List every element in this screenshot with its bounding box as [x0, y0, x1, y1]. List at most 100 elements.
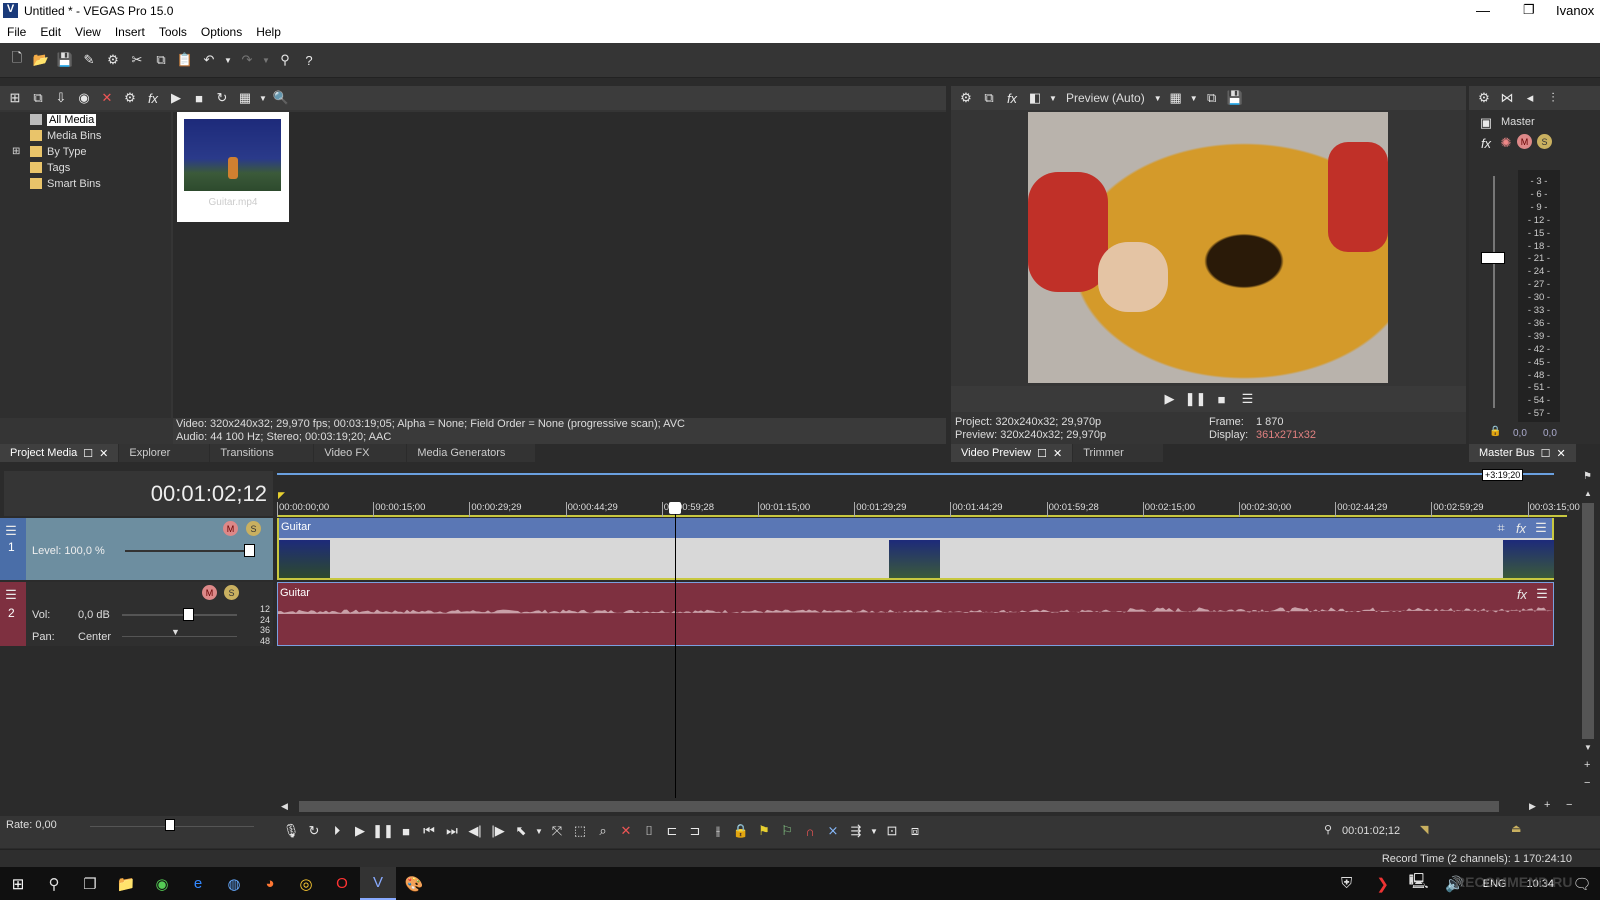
close-icon[interactable]: ✕	[1557, 447, 1566, 460]
views-icon[interactable]: ▦	[236, 89, 254, 107]
undock-icon[interactable]: ☐	[1541, 447, 1551, 460]
menu-insert[interactable]: Insert	[108, 22, 152, 43]
insert-region-icon[interactable]: ⚐	[778, 822, 796, 840]
horizontal-scroll-thumb[interactable]	[299, 801, 1499, 812]
overlays-icon[interactable]: ▦	[1167, 89, 1185, 107]
open-icon[interactable]: 📂	[32, 51, 50, 69]
volume-slider-handle[interactable]	[183, 608, 194, 621]
tree-item-media-bins[interactable]: Media Bins	[0, 128, 171, 144]
event-menu-icon[interactable]: ☰	[1532, 519, 1550, 537]
settings-icon[interactable]: ⚙	[1475, 89, 1493, 107]
browser-icon[interactable]: ◉	[144, 867, 180, 900]
selection-tool-icon[interactable]: ⬚	[571, 822, 589, 840]
tab-video-preview[interactable]: Video Preview ☐ ✕	[951, 444, 1073, 462]
paste-icon[interactable]: 📋	[176, 51, 194, 69]
app-icon[interactable]: ◍	[216, 867, 252, 900]
tree-item-all-media[interactable]: All Media	[0, 112, 171, 128]
auto-preview-icon[interactable]: ↻	[213, 89, 231, 107]
whats-this-icon[interactable]: ?	[300, 51, 318, 69]
tree-item-smart-bins[interactable]: Smart Bins	[0, 176, 171, 192]
views-dropdown-icon[interactable]: ▼	[259, 89, 267, 107]
render-icon[interactable]: ⚲	[276, 51, 294, 69]
stop-icon[interactable]: ■	[1213, 390, 1231, 408]
track-header-audio[interactable]: ☰ 2 M S Vol: 0,0 dB Pan: Center ▼ 12 24 …	[0, 582, 273, 646]
preview-quality-select[interactable]: Preview (Auto)	[1062, 91, 1149, 105]
tab-explorer[interactable]: Explorer	[119, 444, 210, 462]
split-icon[interactable]: ⫲	[709, 822, 727, 840]
vegas-taskbar-icon[interactable]: V	[360, 867, 396, 900]
tree-item-by-type[interactable]: ⊞ By Type	[0, 144, 171, 160]
task-view-icon[interactable]: ❐	[72, 867, 108, 900]
redo-dropdown-icon[interactable]: ▼	[262, 51, 270, 69]
playhead-line[interactable]	[675, 505, 676, 798]
save-icon[interactable]: 💾	[56, 51, 74, 69]
external-monitor-icon[interactable]: ⧉	[980, 89, 998, 107]
undo-icon[interactable]: ↶	[200, 51, 218, 69]
level-slider-handle[interactable]	[244, 544, 255, 557]
fx-icon[interactable]: fx	[1477, 134, 1495, 152]
pause-icon[interactable]: ❚❚	[372, 822, 394, 840]
close-icon[interactable]: ✕	[1053, 447, 1062, 460]
cut-icon[interactable]: ✂	[128, 51, 146, 69]
event-menu-icon[interactable]: ☰	[1533, 585, 1551, 603]
save-snapshot-icon[interactable]: 💾	[1226, 89, 1244, 107]
copy-snapshot-icon[interactable]: ⧉	[1203, 89, 1221, 107]
tab-master-bus[interactable]: Master Bus ☐ ✕	[1469, 444, 1576, 462]
loop-region-bar[interactable]	[277, 473, 1554, 475]
rate-slider-handle[interactable]	[165, 819, 175, 831]
track-header-video[interactable]: ☰ 1 M S Level: 100,0 %	[0, 518, 273, 580]
zoom-out-vertical-icon[interactable]: −	[1584, 777, 1590, 789]
downmix-icon[interactable]: ⋈	[1498, 89, 1516, 107]
crop-icon[interactable]: ⌗	[1492, 519, 1510, 537]
menu-edit[interactable]: Edit	[33, 22, 68, 43]
tab-media-generators[interactable]: Media Generators	[407, 444, 536, 462]
marker-flag-icon[interactable]: ⚑	[1583, 471, 1592, 482]
vertical-scroll-thumb[interactable]	[1582, 503, 1594, 739]
cursor-position[interactable]: 00:01:02;12	[1342, 825, 1400, 837]
undock-icon[interactable]: ☐	[83, 447, 93, 460]
redo-icon[interactable]: ↷	[238, 51, 256, 69]
zoom-out-icon[interactable]: −	[1566, 799, 1572, 811]
menu-help[interactable]: Help	[249, 22, 288, 43]
go-to-end-icon[interactable]: ⏭	[443, 822, 461, 840]
properties-icon[interactable]: ⚙	[104, 51, 122, 69]
track-menu-icon[interactable]: ☰	[2, 586, 20, 604]
zoom-in-icon[interactable]: +	[1544, 799, 1550, 811]
edge-icon[interactable]: e	[180, 867, 216, 900]
fx-icon[interactable]: fx	[144, 89, 162, 107]
ripple-edit-icon[interactable]: ⇶	[847, 822, 865, 840]
menu-view[interactable]: View	[68, 22, 108, 43]
delete-icon[interactable]: ✕	[617, 822, 635, 840]
previous-frame-icon[interactable]: ◀|	[466, 822, 484, 840]
playhead-handle[interactable]	[669, 502, 681, 514]
next-frame-icon[interactable]: |▶	[489, 822, 507, 840]
play-icon[interactable]: ▶	[351, 822, 369, 840]
play-icon[interactable]: ▶	[1161, 390, 1179, 408]
normal-edit-tool-icon[interactable]: ⬉	[512, 822, 530, 840]
mute-icon[interactable]: M	[202, 585, 217, 600]
video-event-guitar[interactable]: Guitar ⌗ fx ☰	[277, 518, 1554, 580]
record-icon[interactable]: 🎙	[282, 822, 300, 840]
restore-button[interactable]: ❐	[1523, 2, 1535, 18]
new-icon[interactable]: 🗋	[8, 50, 26, 69]
menu-icon[interactable]: ☰	[1239, 390, 1257, 408]
event-fx-icon[interactable]: fx	[1512, 519, 1530, 537]
menu-file[interactable]: File	[0, 22, 33, 43]
properties-icon[interactable]: ⚙	[121, 89, 139, 107]
pause-icon[interactable]: ❚❚	[1185, 390, 1207, 408]
zoom-in-vertical-icon[interactable]: +	[1584, 759, 1590, 771]
file-explorer-icon[interactable]: 📁	[108, 867, 144, 900]
undock-icon[interactable]: ☐	[1037, 447, 1047, 460]
preview-properties-icon[interactable]: ⚙	[957, 89, 975, 107]
event-pan-crop-icon[interactable]: ⊡	[883, 822, 901, 840]
scroll-up-icon[interactable]: ▲	[1584, 489, 1592, 498]
split-dropdown-icon[interactable]: ▼	[1049, 89, 1057, 107]
stop-icon[interactable]: ■	[397, 822, 415, 840]
track-menu-icon[interactable]: ☰	[2, 522, 20, 540]
dim-output-icon[interactable]: ◂	[1521, 89, 1539, 107]
firefox-icon[interactable]: ◕	[252, 867, 288, 900]
trim-start-icon[interactable]: ⊏	[663, 822, 681, 840]
scroll-right-icon[interactable]: ▶	[1529, 801, 1536, 812]
tab-project-media[interactable]: Project Media ☐ ✕	[0, 444, 119, 462]
web-icon[interactable]: ◉	[75, 89, 93, 107]
